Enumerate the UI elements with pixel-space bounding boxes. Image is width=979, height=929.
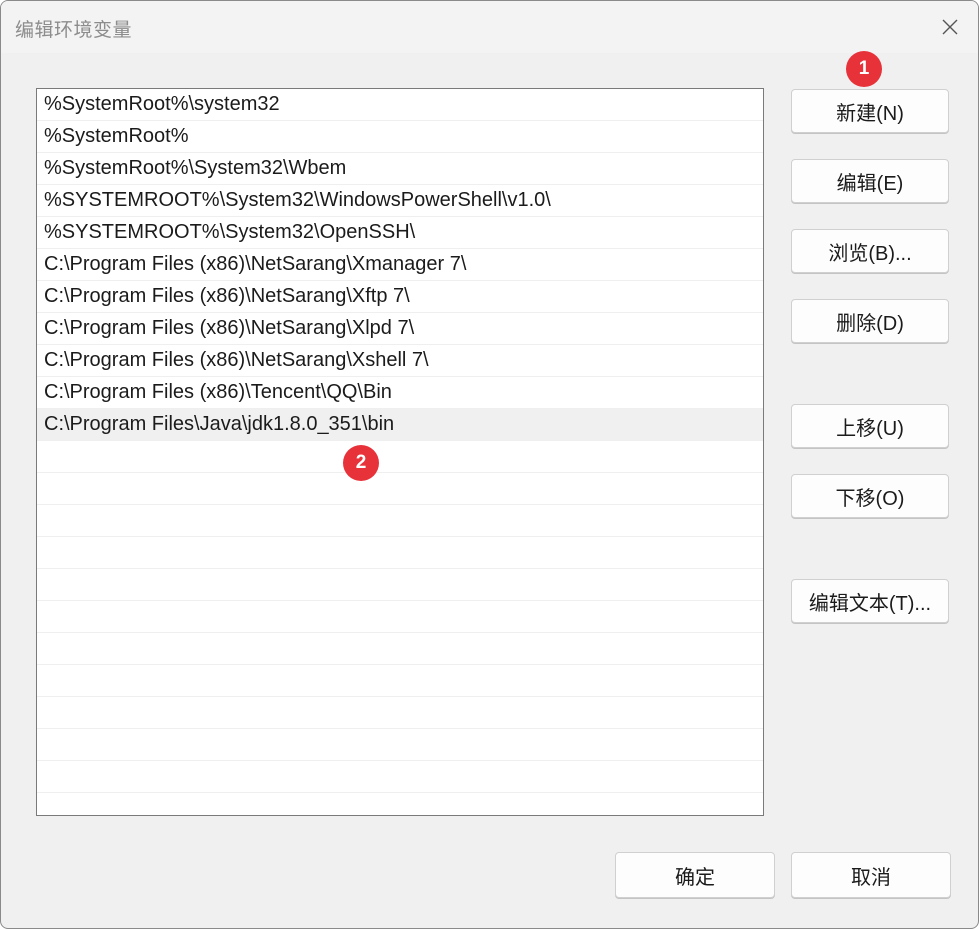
- list-item[interactable]: %SystemRoot%\system32: [37, 89, 763, 121]
- list-item[interactable]: C:\Program Files (x86)\NetSarang\Xmanage…: [37, 249, 763, 281]
- ok-button[interactable]: 确定: [615, 852, 775, 898]
- browse-button[interactable]: 浏览(B)...: [791, 229, 949, 273]
- annotation-badge-1: 1: [846, 51, 882, 87]
- path-list[interactable]: %SystemRoot%\system32 %SystemRoot% %Syst…: [36, 88, 764, 816]
- list-item[interactable]: C:\Program Files (x86)\NetSarang\Xshell …: [37, 345, 763, 377]
- empty-list-row[interactable]: [37, 537, 763, 569]
- empty-list-row[interactable]: [37, 633, 763, 665]
- empty-list-row[interactable]: [37, 505, 763, 537]
- empty-list-row[interactable]: [37, 601, 763, 633]
- empty-list-row[interactable]: [37, 697, 763, 729]
- delete-button[interactable]: 删除(D): [791, 299, 949, 343]
- empty-list-row[interactable]: [37, 729, 763, 761]
- move-down-button[interactable]: 下移(O): [791, 474, 949, 518]
- list-item-selected[interactable]: C:\Program Files\Java\jdk1.8.0_351\bin: [37, 409, 763, 441]
- edit-environment-variable-dialog: 编辑环境变量 %SystemRoot%\system32 %SystemRoot…: [0, 0, 979, 929]
- edit-button[interactable]: 编辑(E): [791, 159, 949, 203]
- list-item[interactable]: C:\Program Files (x86)\Tencent\QQ\Bin: [37, 377, 763, 409]
- empty-list-row[interactable]: [37, 665, 763, 697]
- edit-text-button[interactable]: 编辑文本(T)...: [791, 579, 949, 623]
- cancel-button[interactable]: 取消: [791, 852, 951, 898]
- empty-list-row[interactable]: [37, 793, 763, 815]
- list-item[interactable]: C:\Program Files (x86)\NetSarang\Xlpd 7\: [37, 313, 763, 345]
- list-item[interactable]: %SystemRoot%: [37, 121, 763, 153]
- new-button[interactable]: 新建(N): [791, 89, 949, 133]
- list-item[interactable]: %SYSTEMROOT%\System32\WindowsPowerShell\…: [37, 185, 763, 217]
- empty-list-row[interactable]: [37, 761, 763, 793]
- close-button[interactable]: [932, 9, 968, 45]
- empty-list-row[interactable]: [37, 473, 763, 505]
- annotation-badge-2: 2: [343, 445, 379, 481]
- move-up-button[interactable]: 上移(U): [791, 404, 949, 448]
- empty-list-row[interactable]: [37, 441, 763, 473]
- window-title: 编辑环境变量: [15, 20, 133, 41]
- list-item[interactable]: %SYSTEMROOT%\System32\OpenSSH\: [37, 217, 763, 249]
- empty-list-row[interactable]: [37, 569, 763, 601]
- title-bar: 编辑环境变量: [1, 1, 978, 53]
- close-icon: [942, 19, 958, 35]
- list-item[interactable]: %SystemRoot%\System32\Wbem: [37, 153, 763, 185]
- list-item[interactable]: C:\Program Files (x86)\NetSarang\Xftp 7\: [37, 281, 763, 313]
